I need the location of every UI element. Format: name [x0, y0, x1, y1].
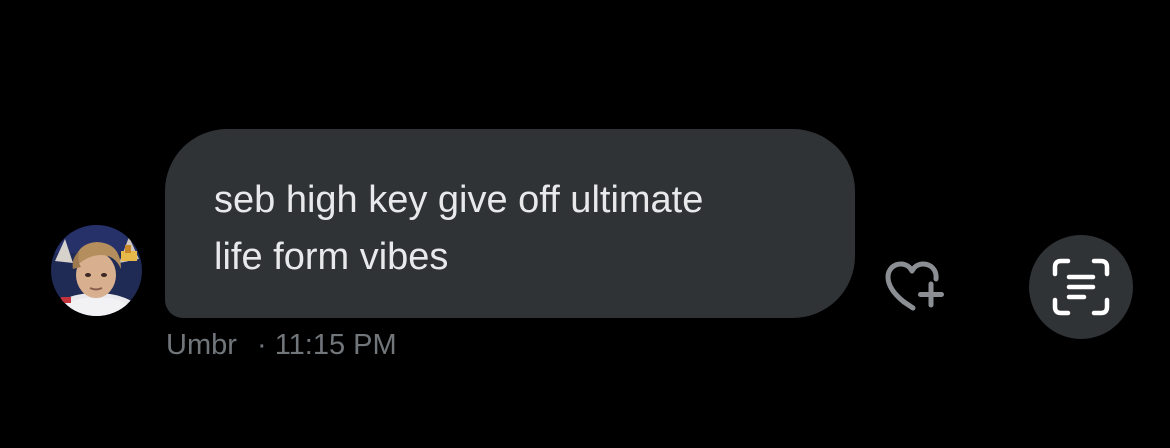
heart-plus-icon [885, 261, 944, 311]
message-text-line: seb high key give off ultimate [214, 179, 704, 221]
avatar[interactable] [51, 225, 142, 316]
meta-separator: · [256, 329, 267, 361]
sender-name: Umbr [166, 329, 237, 361]
message-bubble[interactable]: seb high key give off ultimate life form… [165, 129, 855, 318]
avatar-image [51, 225, 142, 316]
scan-text-button[interactable] [1029, 235, 1133, 339]
add-reaction-button[interactable] [880, 250, 950, 312]
dm-conversation: seb high key give off ultimate life form… [0, 0, 1170, 448]
message-time: 11:15 PM [274, 329, 397, 361]
scan-text-icon [1052, 258, 1110, 316]
message-meta: Umbr · 11:15 PM [166, 327, 397, 363]
message-text-line: life form vibes [214, 236, 449, 278]
